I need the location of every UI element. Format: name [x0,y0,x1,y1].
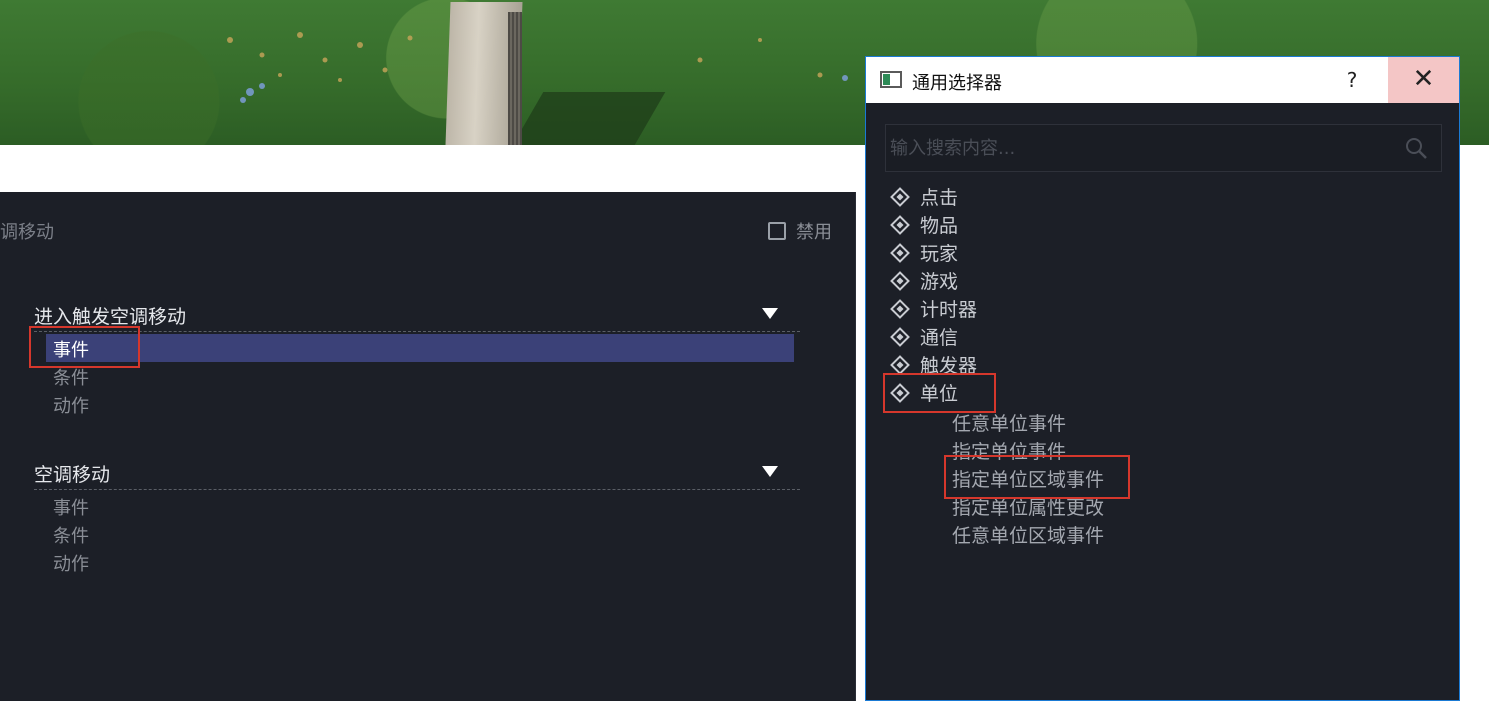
category-label: 通信 [920,327,959,349]
close-button[interactable]: ✕ [1388,57,1459,103]
search-box[interactable] [885,124,1442,172]
trigger-name-header: 调移动 [0,222,54,243]
diamond-icon [890,214,910,235]
trigger-editor-panel: 调移动 禁用 进入触发空调移动 事件 条件 动作 空调移动 事件 条件 动作 [0,192,856,701]
section-condition[interactable]: 条件 [53,522,89,548]
diamond-icon [890,298,910,319]
category-item[interactable]: 物品 [890,211,958,238]
diamond-icon [890,326,910,347]
diamond-icon [890,270,910,291]
disable-checkbox[interactable] [768,222,786,240]
category-player[interactable]: 玩家 [890,239,958,266]
collapse-triangle-icon[interactable] [762,308,778,319]
category-label: 物品 [920,215,959,237]
disable-label: 禁用 [796,222,832,243]
event-any-unit-area[interactable]: 任意单位区域事件 [952,521,1104,548]
dialog-title: 通用选择器 [912,73,1002,94]
event-specific-unit-attribute-change[interactable]: 指定单位属性更改 [952,493,1104,520]
category-timer[interactable]: 计时器 [890,295,977,322]
section-condition[interactable]: 条件 [53,364,89,390]
search-icon[interactable] [1405,137,1427,159]
window-icon [880,71,902,88]
category-click[interactable]: 点击 [890,183,958,210]
trigger-group-header[interactable]: 空调移动 [34,460,800,490]
trigger-group-title: 空调移动 [34,464,111,486]
disable-toggle[interactable]: 禁用 [768,218,832,244]
help-button[interactable]: ? [1332,57,1372,103]
diamond-icon [890,382,910,403]
event-specific-unit-area[interactable]: 指定单位区域事件 [952,465,1104,492]
diamond-icon [890,186,910,207]
universal-selector-dialog: 通用选择器 ? ✕ 点击 物品 玩家 游戏 计时器 通信 触发器 [865,56,1460,701]
category-game[interactable]: 游戏 [890,267,958,294]
collapse-triangle-icon[interactable] [762,466,778,477]
category-label: 计时器 [920,299,978,321]
category-label: 单位 [920,383,959,405]
trigger-group-header[interactable]: 进入触发空调移动 [34,302,800,332]
event-any-unit[interactable]: 任意单位事件 [952,409,1066,436]
category-label: 玩家 [920,243,959,265]
section-action[interactable]: 动作 [53,550,89,576]
pillar-side [508,12,522,145]
event-specific-unit[interactable]: 指定单位事件 [952,437,1066,464]
trigger-group-title: 进入触发空调移动 [34,306,187,328]
section-action[interactable]: 动作 [53,392,89,418]
category-label: 触发器 [920,355,978,377]
section-event[interactable]: 事件 [53,336,89,362]
dialog-titlebar[interactable]: 通用选择器 ? ✕ [866,57,1459,103]
selected-row-highlight [46,334,794,362]
category-communication[interactable]: 通信 [890,323,958,350]
diamond-icon [890,354,910,375]
category-label: 点击 [920,187,959,209]
section-event[interactable]: 事件 [53,494,89,520]
category-unit[interactable]: 单位 [890,379,958,406]
category-label: 游戏 [920,271,959,293]
category-trigger[interactable]: 触发器 [890,351,977,378]
search-input[interactable] [886,125,1396,171]
diamond-icon [890,242,910,263]
